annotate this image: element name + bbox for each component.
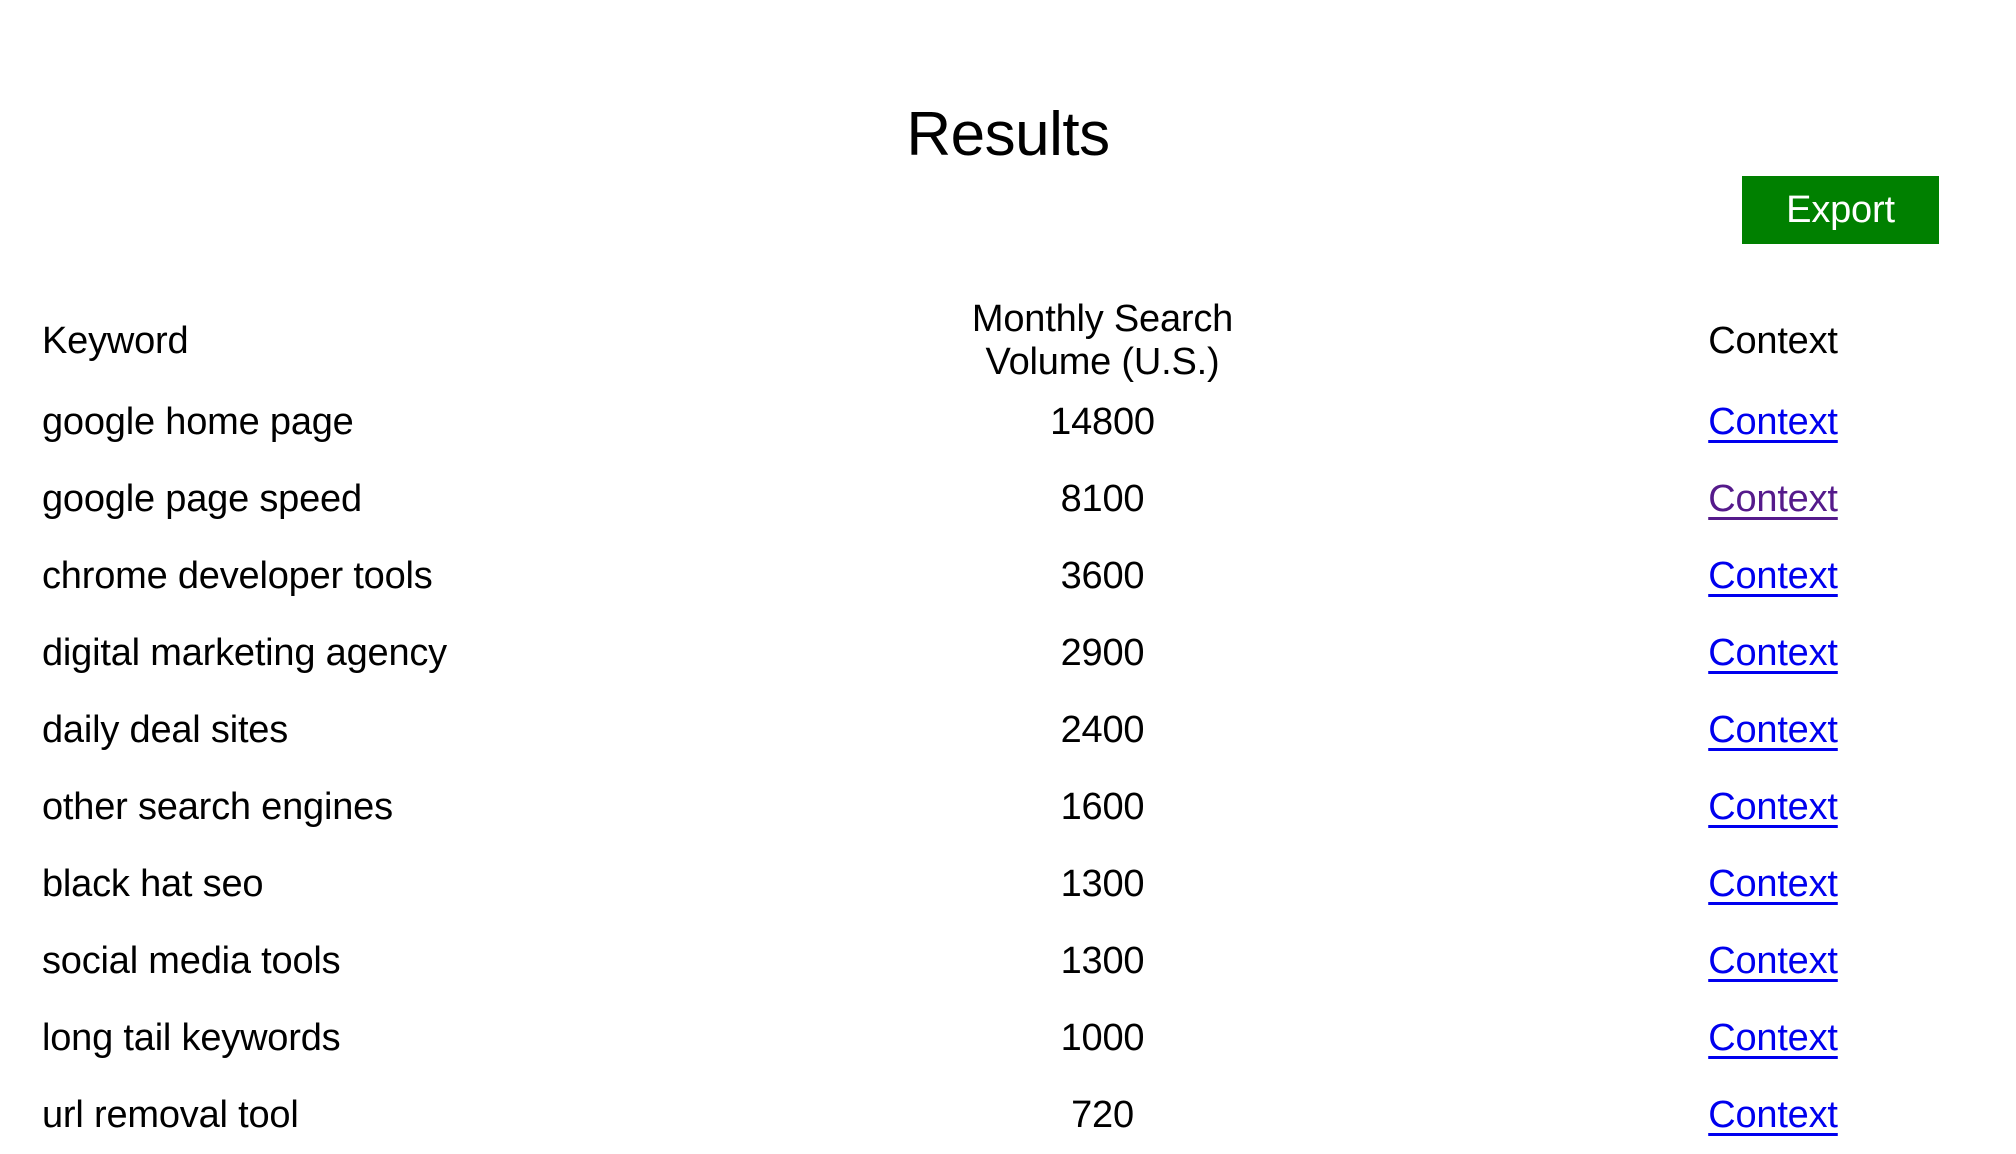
table-row: long tail keywords 1000 Context [0,1000,2016,1077]
cell-context: Context [1620,846,2016,923]
cell-search-volume: 2900 [1060,632,1145,674]
cell-keyword: other search engines [42,786,393,828]
cell-keyword: daily deal sites [42,709,289,751]
cell-keyword: google home page [42,401,354,443]
table-row: google page speed 8100 Context [0,461,2016,538]
context-link[interactable]: Context [1708,709,1838,751]
cell-context: Context [1620,615,2016,692]
cell-search-volume: 2400 [1060,709,1145,751]
cell-keyword: social media tools [42,940,341,982]
table-row: digital marketing agency 2900 Context [0,615,2016,692]
column-header-context: Context [1708,319,1838,362]
table-row: other search engines 1600 Context [0,769,2016,846]
cell-context: Context [1620,384,2016,461]
cell-keyword: url removal tool [42,1094,299,1136]
results-table: Keyword Monthly Search Volume (U.S.) Con… [0,298,2016,1154]
table-row: black hat seo 1300 Context [0,846,2016,923]
context-link[interactable]: Context [1708,632,1838,674]
cell-keyword: chrome developer tools [42,555,433,597]
table-body: google home page 14800 Context google page … [0,384,2016,1154]
cell-context: Context [1620,1077,2016,1154]
export-toolbar: Export [0,176,2016,244]
column-header-keyword: Keyword [42,319,189,362]
cell-search-volume: 720 [1071,1094,1134,1136]
cell-search-volume: 1300 [1060,863,1145,905]
cell-context: Context [1620,769,2016,846]
context-link[interactable]: Context [1708,478,1838,520]
cell-keyword: google page speed [42,478,362,520]
table-header: Keyword Monthly Search Volume (U.S.) Con… [0,298,2016,384]
cell-keyword: digital marketing agency [42,632,447,674]
table-row: google home page 14800 Context [0,384,2016,461]
cell-search-volume: 1000 [1060,1017,1145,1059]
cell-keyword: black hat seo [42,863,264,905]
export-button[interactable]: Export [1742,176,1939,244]
context-link[interactable]: Context [1708,940,1838,982]
page-title: Results [906,99,1110,169]
context-link[interactable]: Context [1708,786,1838,828]
context-link[interactable]: Context [1708,1017,1838,1059]
cell-context: Context [1620,461,2016,538]
cell-keyword: long tail keywords [42,1017,341,1059]
results-page: Results Export Keyword Monthly Search Vo… [0,0,2016,1136]
cell-context: Context [1620,923,2016,1000]
cell-search-volume: 1600 [1060,786,1145,828]
cell-search-volume: 1300 [1060,940,1145,982]
table-row: social media tools 1300 Context [0,923,2016,1000]
cell-context: Context [1620,692,2016,769]
cell-search-volume: 3600 [1060,555,1145,597]
cell-context: Context [1620,538,2016,615]
cell-search-volume: 8100 [1060,478,1145,520]
context-link[interactable]: Context [1708,401,1838,443]
cell-search-volume: 14800 [1050,401,1155,443]
column-header-volume: Monthly Search Volume (U.S.) [971,298,1234,383]
context-link[interactable]: Context [1708,555,1838,597]
cell-context: Context [1620,1000,2016,1077]
table-header-row: Keyword Monthly Search Volume (U.S.) Con… [0,298,2016,384]
context-link[interactable]: Context [1708,863,1838,905]
table-row: url removal tool 720 Context [0,1077,2016,1154]
table-row: chrome developer tools 3600 Context [0,538,2016,615]
table-row: daily deal sites 2400 Context [0,692,2016,769]
